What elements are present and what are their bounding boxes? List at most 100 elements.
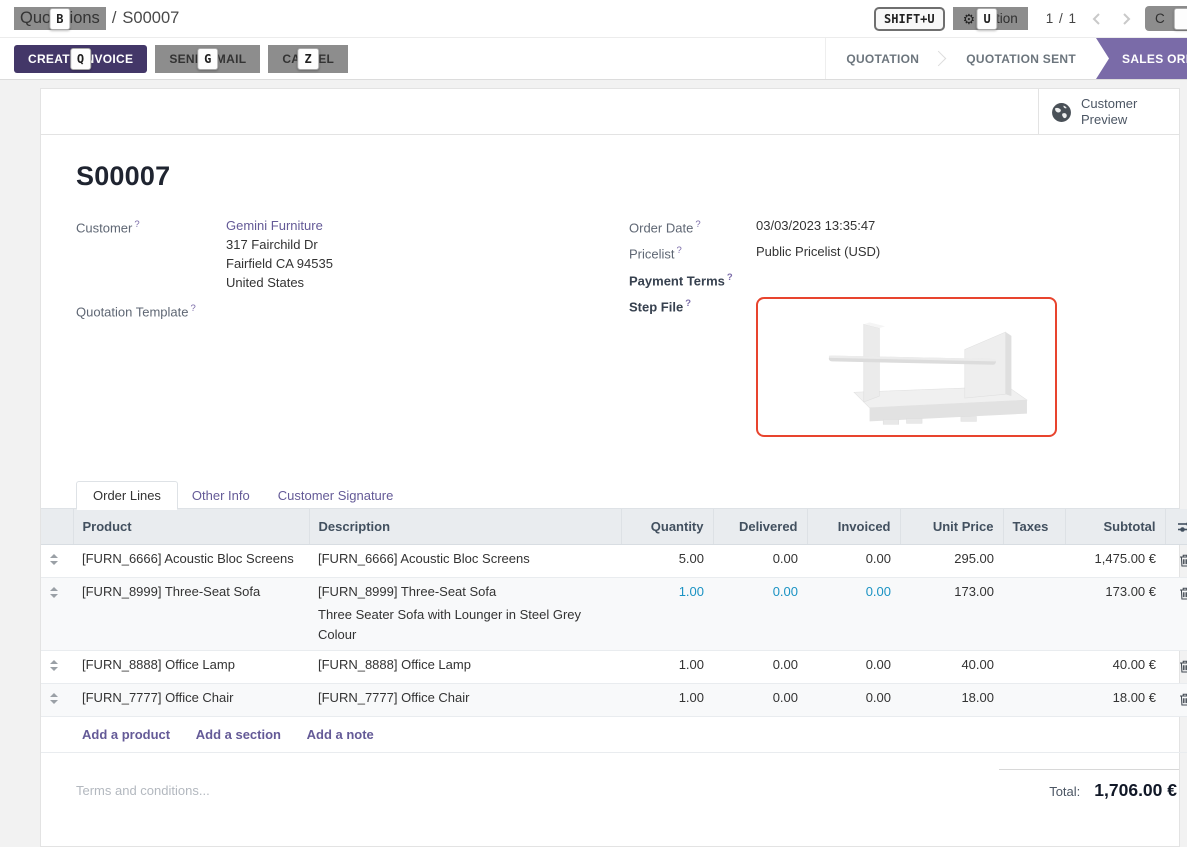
field-grid: Customer? Gemini Furniture 317 Fairchild… [76, 218, 1139, 446]
send-email-button[interactable]: SEND EMAIL G [155, 45, 260, 73]
pager-next-button[interactable] [1115, 8, 1137, 30]
cell-description[interactable]: [FURN_8999] Three-Seat Sofa Three Seater… [309, 578, 621, 651]
cell-taxes[interactable] [1003, 545, 1065, 578]
step-file-field-label: Step File? [629, 297, 756, 437]
cell-invoiced[interactable]: 0.00 [807, 578, 900, 651]
drag-handle-icon [50, 554, 58, 565]
gear-icon: ⚙ [963, 12, 976, 26]
cell-unit-price[interactable]: 40.00 [900, 651, 1003, 684]
cell-description[interactable]: [FURN_8888] Office Lamp [309, 651, 621, 684]
help-icon: ? [191, 303, 196, 314]
cell-quantity[interactable]: 1.00 [621, 578, 713, 651]
cell-delivered[interactable]: 0.00 [713, 651, 807, 684]
cell-product[interactable]: [FURN_8999] Three-Seat Sofa [73, 578, 309, 651]
cell-subtotal: 1,475.00 € [1065, 545, 1165, 578]
row-drag-handle[interactable] [41, 545, 73, 578]
button-box-strip: Customer Preview [41, 89, 1179, 135]
cell-product[interactable]: [FURN_6666] Acoustic Bloc Screens [73, 545, 309, 578]
column-header-quantity[interactable]: Quantity [621, 509, 713, 545]
cell-product[interactable]: [FURN_8888] Office Lamp [73, 651, 309, 684]
cell-taxes[interactable] [1003, 651, 1065, 684]
stage-quotation[interactable]: QUOTATION [826, 38, 939, 79]
tab-order-lines[interactable]: Order Lines [76, 481, 178, 510]
cell-invoiced[interactable]: 0.00 [807, 684, 900, 717]
cell-invoiced[interactable]: 0.00 [807, 651, 900, 684]
keyboard-hint-create-invoice: Q [70, 48, 92, 70]
help-icon: ? [677, 245, 682, 256]
pricelist-field-label: Pricelist? [629, 244, 756, 261]
cell-quantity[interactable]: 5.00 [621, 545, 713, 578]
order-line-row: [FURN_8888] Office Lamp [FURN_8888] Offi… [41, 651, 1187, 684]
quotation-template-field-label: Quotation Template? [76, 302, 226, 319]
keyboard-hint-action: U [977, 8, 998, 30]
column-header-unit-price[interactable]: Unit Price [900, 509, 1003, 545]
optional-columns-button[interactable] [1165, 509, 1187, 545]
keyboard-hint-breadcrumb: B [49, 8, 70, 30]
help-icon: ? [685, 298, 691, 309]
action-menu-button[interactable]: ⚙ Action U [953, 7, 1028, 30]
tab-customer-signature[interactable]: Customer Signature [264, 482, 408, 509]
breadcrumb-current: S00007 [122, 9, 179, 28]
delete-line-button[interactable] [1165, 578, 1187, 651]
pager-previous-button[interactable] [1085, 8, 1107, 30]
cell-delivered[interactable]: 0.00 [713, 545, 807, 578]
customer-field-label: Customer? [76, 218, 226, 290]
column-header-product[interactable]: Product [73, 509, 309, 545]
column-header-subtotal[interactable]: Subtotal [1065, 509, 1165, 545]
order-date-field-label: Order Date? [629, 218, 756, 235]
action-bar: CREATE INVOICE Q SEND EMAIL G CANCEL Z Q… [0, 38, 1187, 80]
column-header-description[interactable]: Description [309, 509, 621, 545]
add-a-product-link[interactable]: Add a product [82, 727, 170, 742]
customer-link[interactable]: Gemini Furniture [226, 218, 323, 233]
add-a-note-link[interactable]: Add a note [307, 727, 374, 742]
customer-address: 317 Fairchild Dr Fairfield CA 94535 Unit… [226, 237, 333, 290]
globe-icon [1051, 102, 1072, 123]
create-invoice-button[interactable]: CREATE INVOICE Q [14, 45, 147, 73]
cell-taxes[interactable] [1003, 684, 1065, 717]
order-lines-table: Product Description Quantity Delivered I… [41, 509, 1187, 754]
cancel-button[interactable]: CANCEL Z [268, 45, 348, 73]
cell-product[interactable]: [FURN_7777] Office Chair [73, 684, 309, 717]
chevron-right-icon [1122, 12, 1131, 26]
handle-column-header [41, 509, 73, 545]
total-box: Total: 1,706.00 € [999, 769, 1179, 801]
pricelist-value[interactable]: Public Pricelist (USD) [756, 244, 880, 261]
cell-invoiced[interactable]: 0.00 [807, 545, 900, 578]
cell-description[interactable]: [FURN_6666] Acoustic Bloc Screens [309, 545, 621, 578]
breadcrumb-parent-link[interactable]: Quotations B [14, 7, 106, 30]
pager-value: 1 / 1 [1046, 11, 1077, 26]
delete-line-button[interactable] [1165, 684, 1187, 717]
cell-quantity[interactable]: 1.00 [621, 684, 713, 717]
help-icon: ? [134, 219, 139, 230]
stage-sales-order[interactable]: SALES ORDER [1096, 38, 1187, 79]
tab-other-info[interactable]: Other Info [178, 482, 264, 509]
column-header-taxes[interactable]: Taxes [1003, 509, 1065, 545]
cell-unit-price[interactable]: 18.00 [900, 684, 1003, 717]
keyboard-hint-edge [1174, 8, 1187, 30]
cell-quantity[interactable]: 1.00 [621, 651, 713, 684]
delete-line-button[interactable] [1165, 651, 1187, 684]
trash-icon [1179, 554, 1187, 567]
add-a-section-link[interactable]: Add a section [196, 727, 281, 742]
cell-unit-price[interactable]: 173.00 [900, 578, 1003, 651]
order-line-row: [FURN_7777] Office Chair [FURN_7777] Off… [41, 684, 1187, 717]
cell-taxes[interactable] [1003, 578, 1065, 651]
delete-line-button[interactable] [1165, 545, 1187, 578]
cell-description[interactable]: [FURN_7777] Office Chair [309, 684, 621, 717]
column-header-delivered[interactable]: Delivered [713, 509, 807, 545]
cell-delivered[interactable]: 0.00 [713, 578, 807, 651]
column-header-invoiced[interactable]: Invoiced [807, 509, 900, 545]
customer-preview-button[interactable]: Customer Preview [1038, 89, 1179, 135]
step-file-image[interactable] [756, 297, 1057, 437]
cell-delivered[interactable]: 0.00 [713, 684, 807, 717]
stage-quotation-sent[interactable]: QUOTATION SENT [946, 38, 1096, 79]
row-drag-handle[interactable] [41, 651, 73, 684]
sliders-icon [1178, 520, 1187, 533]
edge-clipped-button[interactable]: C [1145, 6, 1187, 31]
order-date-value[interactable]: 03/03/2023 13:35:47 [756, 218, 875, 235]
row-drag-handle[interactable] [41, 578, 73, 651]
cell-unit-price[interactable]: 295.00 [900, 545, 1003, 578]
row-drag-handle[interactable] [41, 684, 73, 717]
terms-and-conditions-input[interactable]: Terms and conditions... [76, 767, 210, 801]
table-footer-links-row: Add a product Add a section Add a note [41, 717, 1187, 753]
